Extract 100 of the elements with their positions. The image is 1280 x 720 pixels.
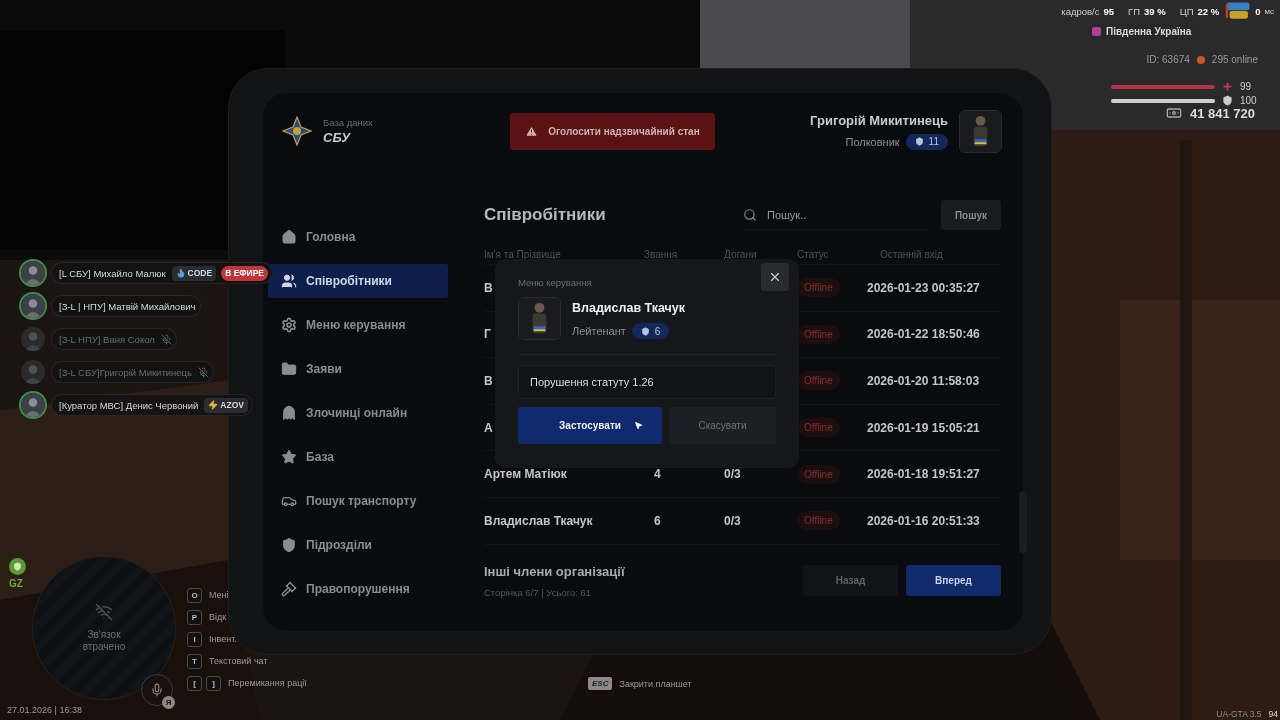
member-name: [З-L | НПУ] Матвій Михайлович bbox=[59, 300, 197, 312]
table-cell: 2026-01-16 20:51:33 bbox=[867, 513, 980, 528]
shield-icon bbox=[640, 326, 650, 336]
date-time: 27.01.2026 | 16:38 bbox=[7, 705, 82, 715]
table-cell-text: 4 bbox=[653, 467, 661, 482]
version-label: UA-GTA 3.5 bbox=[1216, 709, 1262, 719]
armor-icon bbox=[1222, 95, 1233, 106]
column-header: Статус bbox=[797, 249, 830, 260]
section-title: Інші члени організації bbox=[484, 563, 625, 579]
sidebar-item[interactable]: Правопорушення bbox=[268, 572, 448, 606]
ping-unit: мс bbox=[1264, 6, 1274, 16]
avatar bbox=[959, 109, 1002, 153]
money-icon bbox=[1166, 105, 1182, 121]
avatar bbox=[19, 292, 47, 320]
fps-counter: 94 bbox=[1268, 709, 1278, 719]
hint-label: Перемикання рації bbox=[228, 678, 307, 688]
armor-value: 100 bbox=[1240, 95, 1257, 106]
shield-icon bbox=[914, 137, 924, 146]
player-id: ID: 63674 bbox=[1146, 54, 1190, 65]
table-cell: 2026-01-20 11:58:03 bbox=[867, 374, 980, 388]
table-cell: 0/3 bbox=[724, 467, 741, 482]
emergency-button[interactable]: Оголосити надзвичайний стан bbox=[510, 112, 715, 150]
table-cell: А bbox=[484, 420, 493, 435]
home-icon bbox=[281, 229, 297, 245]
sidebar-item[interactable]: Заяви bbox=[268, 352, 448, 386]
tag-badge: AZOV bbox=[204, 397, 248, 413]
table-cell: 0/3 bbox=[724, 513, 741, 528]
column-header: Звання bbox=[644, 249, 679, 260]
page-button[interactable]: Назад bbox=[803, 565, 898, 597]
avatar bbox=[19, 259, 47, 287]
status-badge: Offline bbox=[797, 324, 840, 344]
column-header: Догани bbox=[724, 249, 758, 260]
sidebar-item[interactable]: База bbox=[268, 440, 448, 474]
sidebar-item[interactable]: Головна bbox=[268, 220, 448, 254]
page-button[interactable]: Вперед bbox=[906, 565, 1001, 597]
status-badge: Offline bbox=[797, 464, 840, 484]
gpu-value: 39 % bbox=[1144, 5, 1166, 17]
ghost-icon bbox=[281, 405, 297, 421]
table-cell: 2026-01-18 19:51:27 bbox=[867, 467, 980, 482]
table-cell: Г bbox=[484, 327, 491, 342]
game-logo-icon bbox=[1225, 1, 1252, 21]
hint-label: Мені bbox=[209, 590, 229, 600]
gpu-label: ГП bbox=[1128, 5, 1141, 17]
reason-input[interactable]: Порушення статуту 1.26 bbox=[518, 365, 776, 399]
close-icon bbox=[768, 270, 782, 284]
close-button[interactable] bbox=[761, 263, 789, 291]
logo-title: СБУ bbox=[323, 130, 352, 145]
sidebar-item[interactable]: Злочинці онлайн bbox=[268, 396, 448, 430]
table-cell: В bbox=[484, 280, 493, 295]
user-name: Григорій Микитинець bbox=[810, 112, 948, 128]
gz-label: GZ bbox=[9, 578, 23, 589]
table-cell: Владислав Ткачук bbox=[484, 513, 593, 528]
member-name: [З-L НПУ] Ваня Сокол bbox=[59, 333, 156, 345]
online-dot-icon bbox=[1196, 55, 1205, 64]
folder-icon bbox=[281, 361, 297, 377]
column-header: Останній вхід bbox=[879, 249, 944, 260]
hint-label: Текстовий чат bbox=[209, 656, 268, 666]
rank-badge: 11 bbox=[905, 133, 948, 150]
member-name: [Куратор МВС] Денис Червоний bbox=[59, 399, 200, 411]
no-signal-icon bbox=[95, 603, 113, 621]
member-name: [З-L СБУ]Григорій Микитинець bbox=[59, 366, 193, 378]
emblem-icon bbox=[282, 116, 312, 146]
column-header: Ім'я та Прізвище bbox=[484, 249, 562, 260]
table-cell-text: 6 bbox=[653, 513, 661, 528]
health-icon bbox=[1222, 81, 1233, 92]
rank-badge: 6 bbox=[631, 323, 670, 339]
dialog-button[interactable]: Застосувати bbox=[518, 407, 662, 444]
hint-label: Закрити планшет bbox=[619, 678, 692, 689]
member-name: Владислав Ткачук bbox=[572, 301, 686, 315]
search-field[interactable]: Пошук.. bbox=[765, 207, 925, 222]
cpu-label: ЦП bbox=[1179, 5, 1194, 17]
key-cap: ESC bbox=[588, 677, 613, 690]
status-badge: Offline bbox=[797, 418, 840, 438]
lightning-icon bbox=[208, 400, 219, 410]
health-value: 99 bbox=[1240, 81, 1252, 92]
sidebar-item[interactable]: Пошук транспорту bbox=[268, 484, 448, 518]
tag-badge: CODE bbox=[171, 265, 217, 281]
status-badge: Offline bbox=[797, 511, 840, 531]
online-count: 295 online bbox=[1211, 54, 1258, 65]
hint-label: Відк bbox=[209, 612, 227, 622]
hint-label: Інвент. bbox=[209, 634, 237, 644]
money-value: 41 841 720 bbox=[1190, 105, 1256, 121]
member-name: [L СБУ] Михайло Малюк bbox=[59, 267, 167, 279]
dialog-title: Меню керування bbox=[518, 277, 593, 288]
page-title: Співробітники bbox=[484, 205, 606, 225]
gavel-icon bbox=[281, 581, 297, 597]
cpu-value: 22 % bbox=[1197, 5, 1220, 17]
table-cell: 2026-01-22 18:50:46 bbox=[867, 327, 980, 342]
fps-label: кадров/с bbox=[1061, 5, 1100, 17]
status-badge: Offline bbox=[797, 371, 840, 391]
search-icon bbox=[743, 207, 757, 222]
table-cell: 2026-01-19 15:05:21 bbox=[867, 420, 980, 435]
sidebar-item[interactable]: Підрозділи bbox=[268, 528, 448, 562]
users-icon bbox=[281, 273, 297, 289]
search-button[interactable]: Пошук bbox=[941, 200, 1001, 230]
member-rank: Лейтенант bbox=[572, 325, 626, 337]
dialog-button[interactable]: Скасувати bbox=[669, 407, 776, 444]
sidebar-item[interactable]: Меню керування bbox=[268, 308, 448, 342]
sidebar-item[interactable]: Співробітники bbox=[268, 264, 448, 298]
table-cell: Артем Матіюк bbox=[484, 467, 567, 482]
